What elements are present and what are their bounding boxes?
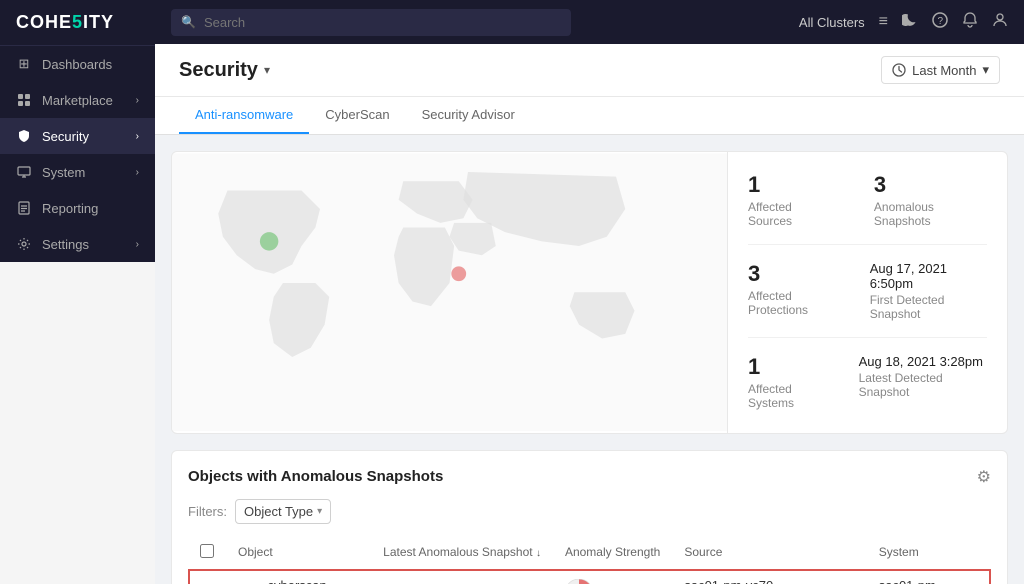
chevron-right-settings-icon: › [136,239,139,250]
clock-icon [892,63,906,77]
filter-label: Object Type [244,504,313,519]
affected-sources-stat: 1 Affected Sources [748,172,834,228]
anomalous-snapshots-label: Anomalous Snapshots [874,200,987,228]
affected-systems-count: 1 [748,354,835,380]
tabs-bar: Anti-ransomware CyberScan Security Advis… [155,97,1024,135]
header-checkbox-cell [188,536,226,570]
affected-sources-count: 1 [748,172,834,198]
topbar: 🔍 All Clusters ≡ ? [155,0,1024,44]
sidebar-label-security: Security [42,129,126,144]
anomalous-snapshots-count: 3 [874,172,987,198]
sidebar-label-marketplace: Marketplace [42,93,126,108]
latest-detected-date: Aug 18, 2021 3:28pm [859,354,987,369]
sidebar-item-system[interactable]: System › [0,154,155,190]
clusters-label: All Clusters [799,15,865,30]
object-name: cyberscan-demo02 [268,578,360,584]
objects-table: Object Latest Anomalous Snapshot ↓ Anoma… [188,536,991,584]
sidebar-item-marketplace[interactable]: Marketplace › [0,82,155,118]
help-icon[interactable]: ? [932,12,948,33]
search-icon: 🔍 [181,15,196,29]
pie-chart [565,579,593,584]
first-detected-date: Aug 17, 2021 6:50pm [870,261,987,291]
sidebar-logo: COHE5ITY ⊞ Dashboards Marketplace › Secu… [0,0,155,262]
latest-detected-label: Latest Detected Snapshot [859,371,987,399]
anomaly-strength: 77% [553,569,672,584]
system: sac01-pm-haswell2-p1 [867,569,991,584]
logo: COHE5ITY [0,0,155,46]
table-row: VMcyberscan-demo02Aug 18, 2021 3:28pm77%… [188,569,991,584]
time-filter-label: Last Month [912,63,976,78]
time-filter-arrow: ▾ [982,62,989,78]
settings-icon [16,236,32,252]
system-icon [16,164,32,180]
search-input[interactable] [204,15,561,30]
map-stats-panel: 1 Affected Sources 3 Anomalous Snapshots… [171,151,1008,434]
sort-icon[interactable]: ↓ [536,548,541,559]
table-header-row: Object Latest Anomalous Snapshot ↓ Anoma… [188,536,991,570]
world-map [172,152,727,433]
objects-panel: Objects with Anomalous Snapshots ⚙ Filte… [171,450,1008,584]
header-source: Source [672,536,866,570]
reporting-icon [16,200,32,216]
first-detected-label: First Detected Snapshot [870,293,987,321]
bell-icon[interactable] [962,12,978,33]
content-area: Security ▾ Last Month ▾ Anti-ransomware … [155,44,1024,584]
affected-sources-label: Affected Sources [748,200,834,228]
logo-text: COHE5ITY [16,12,114,33]
page-header: Security ▾ Last Month ▾ [155,44,1024,97]
sidebar-item-dashboards[interactable]: ⊞ Dashboards [0,46,155,82]
anomalous-snapshots-stat: 3 Anomalous Snapshots [874,172,987,228]
filters-label: Filters: [188,504,227,519]
tab-cyberscan[interactable]: CyberScan [309,97,405,134]
panel-header: Objects with Anomalous Snapshots ⚙ [188,467,991,487]
gear-button[interactable]: ⚙ [977,467,991,487]
header-strength: Anomaly Strength [553,536,672,570]
sidebar-label-reporting: Reporting [42,201,139,216]
filters-row: Filters: Object Type ▾ [188,499,991,524]
chevron-right-security-icon: › [136,131,139,142]
sidebar-label-system: System [42,165,126,180]
filter-icon[interactable]: ≡ [879,13,888,31]
header-snapshot: Latest Anomalous Snapshot ↓ [371,536,553,570]
search-box[interactable]: 🔍 [171,9,571,36]
topbar-right: All Clusters ≡ ? [799,12,1008,33]
user-icon[interactable] [992,12,1008,33]
affected-protections-stat: 3 Affected Protections [748,261,846,317]
select-all-checkbox[interactable] [200,544,214,558]
security-icon [16,128,32,144]
snapshot-date: Aug 18, 2021 3:28pm [371,569,553,584]
object-type-filter[interactable]: Object Type ▾ [235,499,331,524]
dashboards-icon: ⊞ [16,56,32,72]
latest-detected-stat: Aug 18, 2021 3:28pm Latest Detected Snap… [859,354,987,399]
time-filter-button[interactable]: Last Month ▾ [881,56,1000,84]
tab-anti-ransomware[interactable]: Anti-ransomware [179,97,309,134]
chevron-right-system-icon: › [136,167,139,178]
affected-protections-count: 3 [748,261,846,287]
panel-title: Objects with Anomalous Snapshots [188,468,443,485]
sidebar: COHE5ITY ⊞ Dashboards Marketplace › Secu… [0,0,155,584]
source: sac01-pm-vc70-02.pm.cohesity.com [672,569,866,584]
moon-icon[interactable] [902,12,918,33]
affected-systems-stat: 1 Affected Systems [748,354,835,410]
svg-text:?: ? [938,16,944,27]
sidebar-label-dashboards: Dashboards [42,57,139,72]
first-detected-stat: Aug 17, 2021 6:50pm First Detected Snaps… [870,261,987,321]
filter-dropdown-arrow: ▾ [317,506,322,517]
stats-panel: 1 Affected Sources 3 Anomalous Snapshots… [727,152,1007,433]
affected-systems-label: Affected Systems [748,382,835,410]
tab-security-advisor[interactable]: Security Advisor [406,97,531,134]
sidebar-item-security[interactable]: Security › [0,118,155,154]
header-object: Object [226,536,371,570]
sidebar-item-reporting[interactable]: Reporting [0,190,155,226]
marketplace-icon [16,92,32,108]
sidebar-label-settings: Settings [42,237,126,252]
world-map-svg [172,152,727,433]
page-title: Security [179,59,258,82]
affected-protections-label: Affected Protections [748,289,846,317]
page-title-row: Security ▾ [179,59,270,82]
chevron-right-icon: › [136,95,139,106]
sidebar-item-settings[interactable]: Settings › [0,226,155,262]
title-dropdown-icon[interactable]: ▾ [264,63,270,77]
header-system: System [867,536,991,570]
